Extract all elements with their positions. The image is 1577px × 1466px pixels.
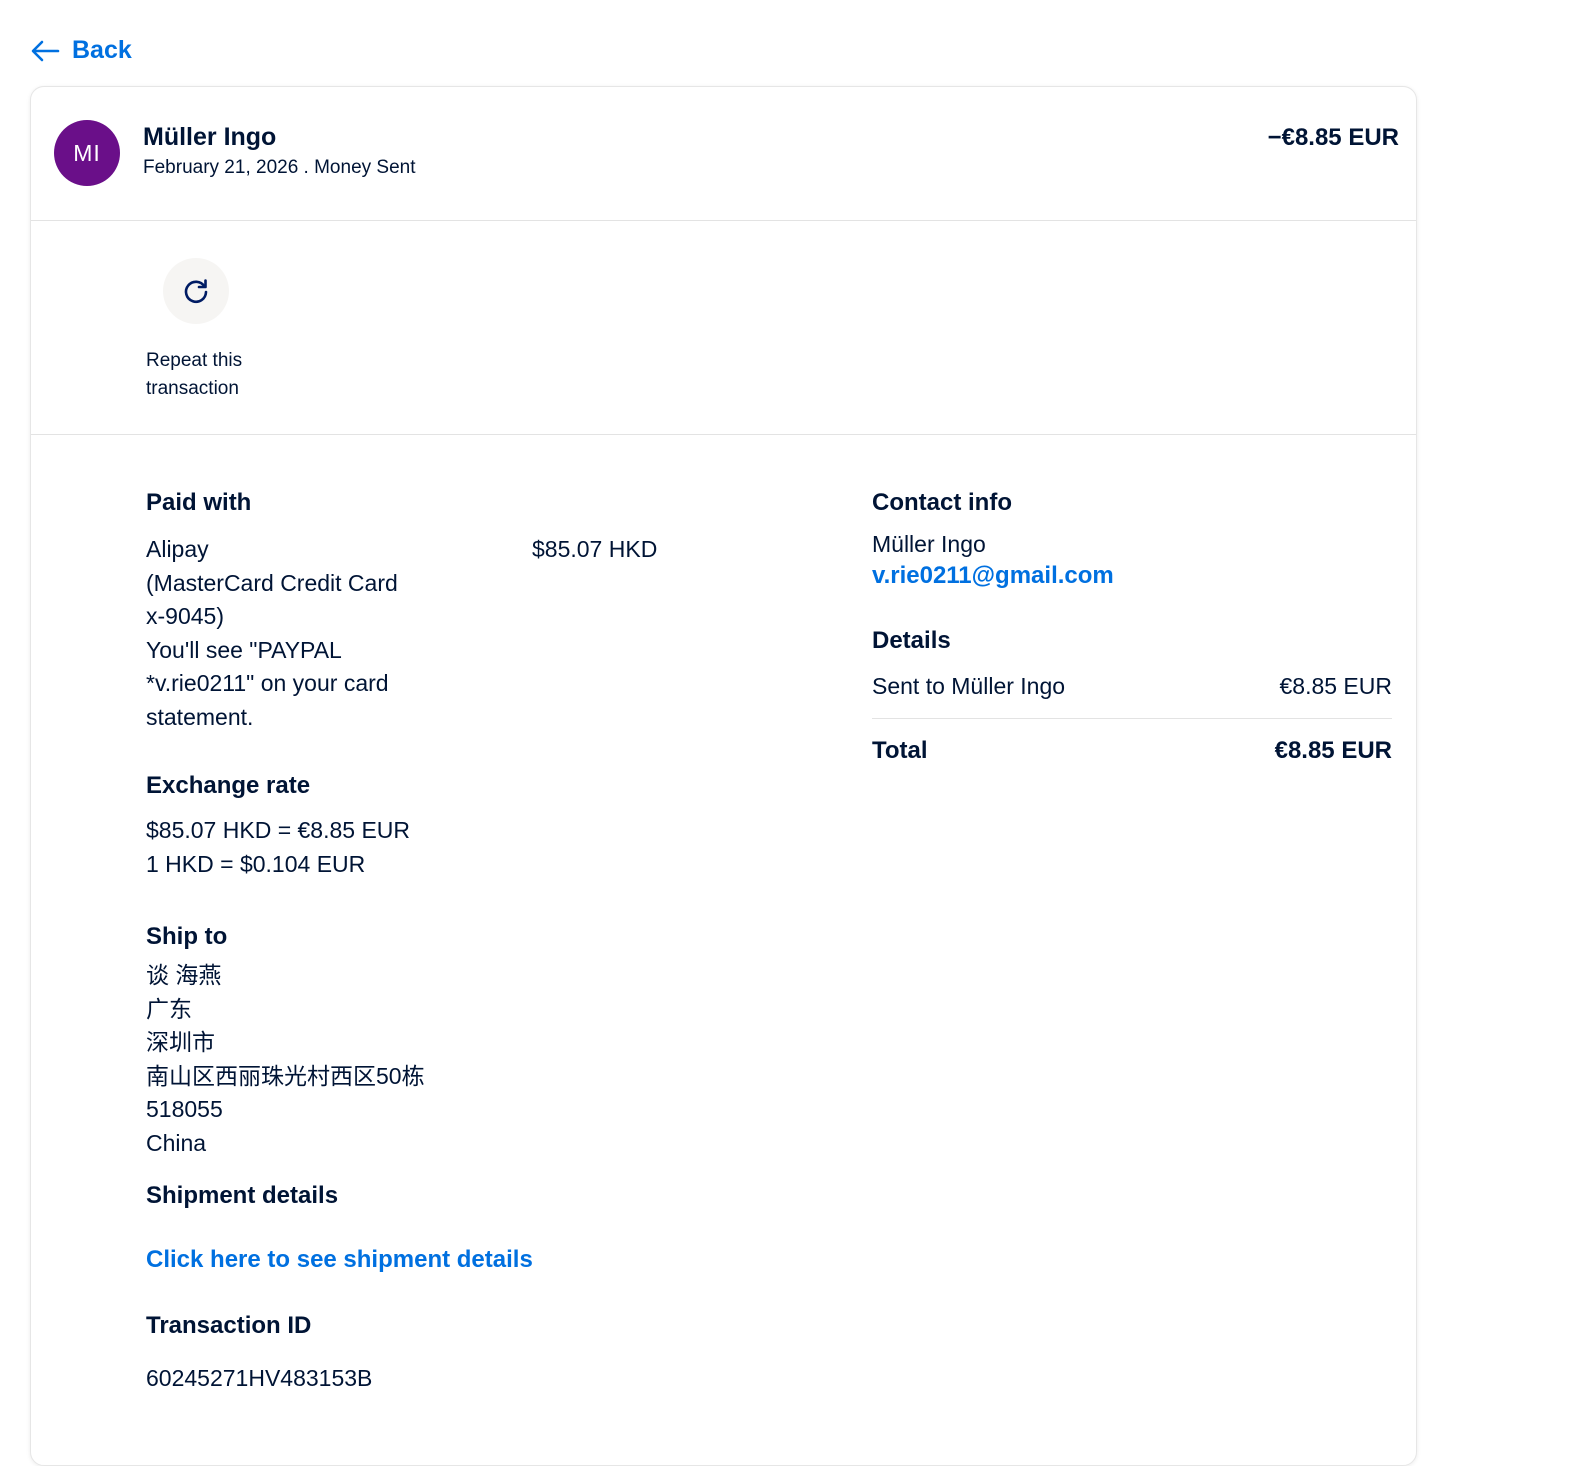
payment-method-line: x-9045) — [146, 603, 224, 629]
total-label: Total — [872, 737, 928, 764]
payment-method-line: Alipay — [146, 536, 209, 562]
refresh-icon — [184, 279, 208, 304]
exchange-rate-values: $85.07 HKD = €8.85 EUR 1 HKD = $0.104 EU… — [146, 814, 746, 881]
transaction-id-heading: Transaction ID — [146, 1312, 312, 1339]
avatar: MI — [54, 120, 120, 186]
paid-amount: $85.07 HKD — [532, 536, 658, 562]
exchange-rate-heading: Exchange rate — [146, 772, 311, 799]
total-amount: €8.85 EUR — [1274, 737, 1392, 764]
transaction-subtitle: February 21, 2026 . Money Sent — [143, 157, 416, 178]
repeat-transaction-label[interactable]: Repeat this transaction — [146, 347, 266, 403]
ship-to-heading: Ship to — [146, 923, 228, 950]
payment-method-line: *v.rie0211" on your card — [146, 670, 389, 696]
recipient-name: Müller Ingo — [143, 123, 277, 151]
arrow-left-icon — [31, 40, 60, 61]
right-column: Contact info Müller Ingo v.rie0211@gmail… — [872, 489, 1392, 765]
address-line: 谈 海燕 — [146, 962, 222, 988]
payment-method: Alipay (MasterCard Credit Card x-9045) Y… — [146, 533, 446, 734]
contact-info-heading: Contact info — [872, 489, 1012, 516]
details-sent-amount: €8.85 EUR — [1279, 673, 1392, 699]
address-line: 广东 — [146, 995, 192, 1022]
transaction-id-value: 60245271HV483153B — [146, 1365, 373, 1391]
payment-method-line: statement. — [146, 703, 254, 730]
transaction-header: MI Müller Ingo February 21, 2026 . Money… — [31, 87, 1416, 221]
back-label: Back — [72, 36, 132, 64]
exchange-rate-line: 1 HKD = $0.104 EUR — [146, 850, 366, 877]
address-line: China — [146, 1129, 207, 1156]
contact-email-link[interactable]: v.rie0211@gmail.com — [872, 559, 1392, 593]
address-line: 518055 — [146, 1096, 223, 1122]
transaction-card: MI Müller Ingo February 21, 2026 . Money… — [30, 86, 1417, 1466]
address-line: 南山区西丽珠光村西区50栋 — [146, 1062, 425, 1089]
details-sent-label: Sent to Müller Ingo — [872, 673, 1066, 699]
left-column: Paid with Alipay (MasterCard Credit Card… — [146, 489, 746, 1396]
details-total-row: Total €8.85 EUR — [872, 737, 1392, 765]
details-sent-row: Sent to Müller Ingo €8.85 EUR — [872, 673, 1392, 718]
paid-with-row: Alipay (MasterCard Credit Card x-9045) Y… — [146, 533, 746, 734]
actions-bar: Repeat this transaction — [31, 221, 1416, 435]
shipment-details-heading: Shipment details — [146, 1182, 339, 1209]
exchange-rate-line: $85.07 HKD = €8.85 EUR — [146, 817, 411, 843]
details-heading: Details — [872, 627, 951, 654]
shipment-details-link[interactable]: Click here to see shipment details — [146, 1246, 746, 1274]
paid-with-heading: Paid with — [146, 489, 252, 516]
payment-method-line: You'll see "PAYPAL — [146, 636, 342, 663]
ship-to-address: 谈 海燕 广东 深圳市 南山区西丽珠光村西区50栋 518055 China — [146, 959, 746, 1160]
back-link[interactable]: Back — [30, 36, 132, 65]
repeat-transaction-button[interactable] — [163, 258, 229, 324]
payment-method-line: (MasterCard Credit Card — [146, 569, 398, 596]
transaction-amount: −€8.85 EUR — [1267, 124, 1399, 151]
details-divider — [872, 718, 1392, 719]
contact-name: Müller Ingo — [872, 531, 986, 557]
address-line: 深圳市 — [146, 1029, 215, 1055]
